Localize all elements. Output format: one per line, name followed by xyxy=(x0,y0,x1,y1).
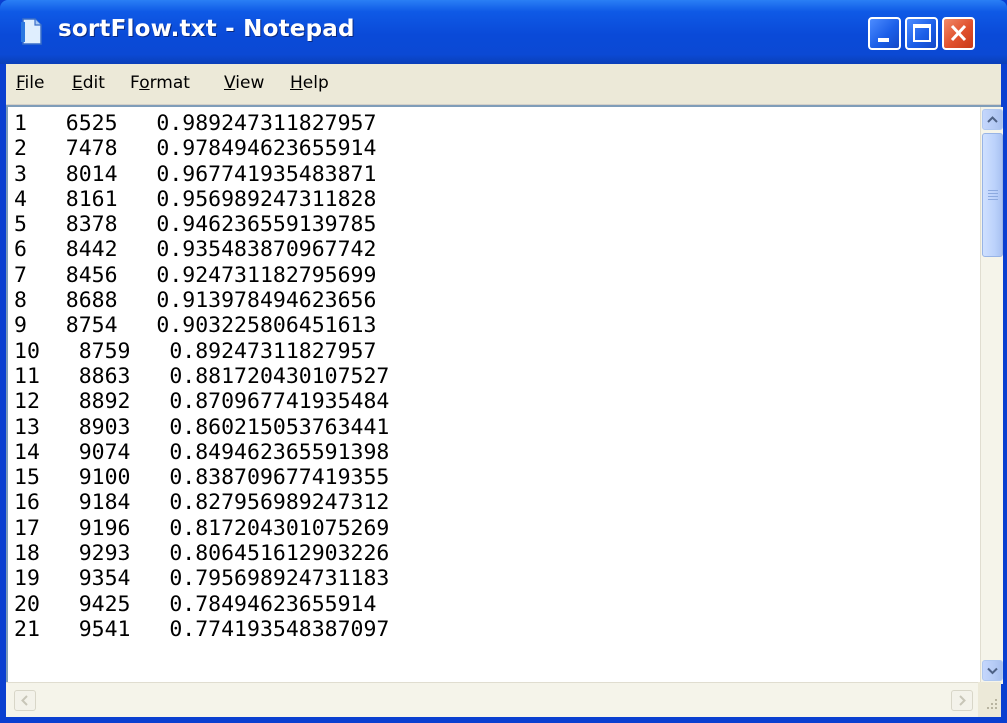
text-line: 5 8378 0.946236559139785 xyxy=(14,212,377,238)
menu-format-pre: F xyxy=(130,73,140,93)
resize-grip-icon xyxy=(987,699,997,709)
minimize-icon xyxy=(878,38,889,42)
menu-view[interactable]: View xyxy=(224,73,264,93)
title-bar[interactable]: sortFlow.txt - Notepad xyxy=(0,0,1007,64)
text-line: 7 8456 0.924731182795699 xyxy=(14,262,377,288)
text-editor[interactable]: 1 6525 0.989247311827957 2 7478 0.9784946… xyxy=(6,105,1003,684)
text-line: 2 7478 0.978494623655914 xyxy=(14,136,377,162)
menu-help-accel: H xyxy=(290,73,303,93)
scroll-up-button[interactable] xyxy=(982,109,1003,130)
vertical-scrollbar[interactable] xyxy=(980,107,1003,684)
menu-view-label: iew xyxy=(235,73,265,93)
text-line: 14 9074 0.849462365591398 xyxy=(14,439,390,465)
horizontal-scrollbar[interactable] xyxy=(6,682,978,717)
menu-file-label: ile xyxy=(24,73,45,93)
scroll-thumb[interactable] xyxy=(982,133,1003,257)
text-line: 1 6525 0.989247311827957 xyxy=(14,111,377,136)
text-line: 13 8903 0.860215053763441 xyxy=(14,414,390,440)
thumb-grip-line xyxy=(988,199,998,200)
menu-format-label: rmat xyxy=(149,73,190,93)
text-line: 21 9541 0.774193548387097 xyxy=(14,616,390,642)
maximize-icon xyxy=(913,24,931,42)
menu-help[interactable]: Help xyxy=(290,73,329,93)
chevron-down-icon xyxy=(987,667,998,675)
scroll-right-button[interactable] xyxy=(951,690,973,711)
menu-view-accel: V xyxy=(224,73,236,93)
menu-file[interactable]: File xyxy=(16,73,44,93)
text-line: 19 9354 0.795698924731183 xyxy=(14,566,390,592)
text-line: 4 8161 0.956989247311828 xyxy=(14,186,377,212)
menu-edit-label: dit xyxy=(82,73,105,93)
chevron-up-icon xyxy=(987,116,998,123)
window-title: sortFlow.txt - Notepad xyxy=(58,16,355,42)
text-line: 6 8442 0.935483870967742 xyxy=(14,237,377,263)
menu-edit[interactable]: Edit xyxy=(72,73,105,93)
thumb-grip-line xyxy=(988,196,998,197)
text-line: 3 8014 0.967741935483871 xyxy=(14,161,377,187)
menu-bar: File Edit Format View Help xyxy=(6,64,1001,105)
text-content[interactable]: 1 6525 0.989247311827957 2 7478 0.9784946… xyxy=(14,111,389,642)
text-line: 10 8759 0.89247311827957 xyxy=(14,338,377,364)
text-line: 15 9100 0.838709677419355 xyxy=(14,465,390,491)
thumb-grip-line xyxy=(988,193,998,194)
text-line: 11 8863 0.881720430107527 xyxy=(14,363,390,389)
notepad-icon xyxy=(20,18,42,45)
text-line: 18 9293 0.806451612903226 xyxy=(14,541,390,567)
text-line: 8 8688 0.913978494623656 xyxy=(14,288,377,314)
menu-format-accel: o xyxy=(139,73,150,93)
thumb-grip-line xyxy=(988,190,998,191)
chevron-left-icon xyxy=(21,695,28,706)
close-button[interactable] xyxy=(942,17,975,50)
minimize-button[interactable] xyxy=(868,17,901,50)
text-line: 16 9184 0.827956989247312 xyxy=(14,490,390,516)
scroll-down-button[interactable] xyxy=(982,660,1003,681)
resize-grip[interactable] xyxy=(978,682,1001,717)
menu-file-accel: F xyxy=(16,73,25,93)
text-line: 12 8892 0.870967741935484 xyxy=(14,389,390,415)
menu-format[interactable]: Format xyxy=(130,73,190,93)
menu-edit-accel: E xyxy=(72,73,83,93)
text-line: 9 8754 0.903225806451613 xyxy=(14,313,377,339)
maximize-button[interactable] xyxy=(905,17,938,50)
menu-help-label: elp xyxy=(302,73,329,93)
close-icon xyxy=(950,24,967,42)
scroll-left-button[interactable] xyxy=(14,690,36,711)
text-line: 17 9196 0.817204301075269 xyxy=(14,515,390,541)
notepad-window: sortFlow.txt - Notepad File Edit Format … xyxy=(0,0,1007,723)
text-line: 20 9425 0.78494623655914 xyxy=(14,591,377,617)
chevron-right-icon xyxy=(959,695,966,706)
